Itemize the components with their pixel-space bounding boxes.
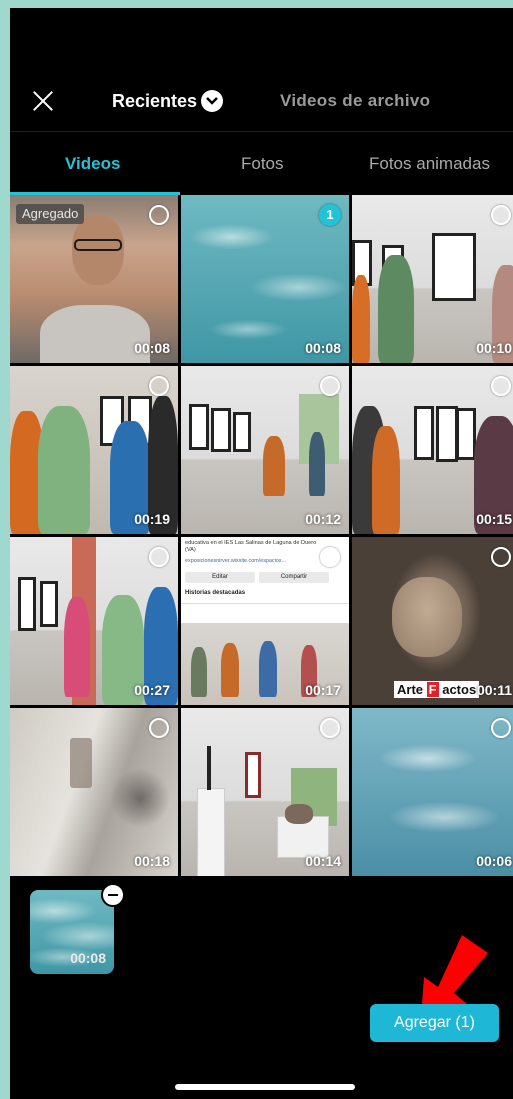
duration-label: 00:11 xyxy=(476,682,512,698)
duration-label: 00:27 xyxy=(134,682,170,698)
archive-videos-tab[interactable]: Videos de archivo xyxy=(280,91,430,111)
select-circle[interactable] xyxy=(320,718,340,738)
select-circle[interactable] xyxy=(491,376,511,396)
selected-number-badge[interactable]: 1 xyxy=(319,204,341,226)
duration-label: 00:17 xyxy=(305,682,341,698)
duration-label: 00:14 xyxy=(305,853,341,869)
grid-item[interactable]: 00:14 xyxy=(181,708,349,876)
grid-item[interactable]: 00:12 xyxy=(181,366,349,534)
post-link: exposicionesnirver.wixsite.com/espacios.… xyxy=(185,558,286,564)
close-icon[interactable] xyxy=(30,88,56,114)
duration-label: 00:15 xyxy=(476,511,512,527)
post-text: educativa en el IES Las Salinas de Lagun… xyxy=(185,540,317,546)
duration-label: 00:12 xyxy=(305,511,341,527)
select-circle[interactable] xyxy=(149,547,169,567)
duration-label: 00:06 xyxy=(476,853,512,869)
grid-item[interactable]: 00:27 xyxy=(10,537,178,705)
home-indicator[interactable] xyxy=(175,1084,355,1090)
select-circle[interactable] xyxy=(320,547,340,567)
grid-item[interactable]: 1 00:08 xyxy=(181,195,349,363)
tab-videos[interactable]: Videos xyxy=(65,154,120,174)
grid-item[interactable]: 00:15 xyxy=(352,366,513,534)
tab-live-photos[interactable]: Fotos animadas xyxy=(369,154,490,174)
add-button[interactable]: Agregar (1) xyxy=(370,1004,499,1042)
select-circle[interactable] xyxy=(491,205,511,225)
duration-label: 00:08 xyxy=(134,340,170,356)
chevron-down-icon xyxy=(201,90,224,112)
duration-label: 00:19 xyxy=(134,511,170,527)
share-profile-button: Compartir xyxy=(259,572,329,583)
grid-item[interactable]: educativa en el IES Las Salinas de Lagun… xyxy=(181,537,349,705)
grid-item[interactable]: 00:06 xyxy=(352,708,513,876)
grid-item[interactable]: Agregado 00:08 xyxy=(10,195,178,363)
select-circle[interactable] xyxy=(149,718,169,738)
duration-label: 00:18 xyxy=(134,853,170,869)
media-picker-screen: Recientes Videos de archivo Videos Fotos… xyxy=(10,8,513,1099)
remove-selection-icon[interactable] xyxy=(101,883,125,907)
duration-label: 00:08 xyxy=(305,340,341,356)
grid-item[interactable]: 00:19 xyxy=(10,366,178,534)
grid-item[interactable]: 00:18 xyxy=(10,708,178,876)
select-circle[interactable] xyxy=(491,718,511,738)
highlights-label: Historias destacadas xyxy=(185,590,246,596)
post-text-2: (VA) xyxy=(185,547,196,553)
overlay-text: Arte F actos xyxy=(394,681,480,698)
select-circle[interactable] xyxy=(149,205,169,225)
grid-item[interactable]: 00:10 xyxy=(352,195,513,363)
added-badge: Agregado xyxy=(16,204,85,224)
tab-photos[interactable]: Fotos xyxy=(241,154,284,174)
tray-duration-label: 00:08 xyxy=(70,950,106,966)
edit-profile-button: Editar xyxy=(185,572,255,583)
album-label: Recientes xyxy=(112,90,198,111)
selected-thumbnail[interactable]: 00:08 xyxy=(30,890,114,974)
select-circle[interactable] xyxy=(491,547,511,567)
header-divider xyxy=(10,131,513,132)
grid-item[interactable]: Arte F actos 00:11 xyxy=(352,537,513,705)
select-circle[interactable] xyxy=(320,376,340,396)
duration-label: 00:10 xyxy=(476,340,512,356)
select-circle[interactable] xyxy=(149,376,169,396)
album-dropdown[interactable]: Recientes xyxy=(112,90,224,112)
